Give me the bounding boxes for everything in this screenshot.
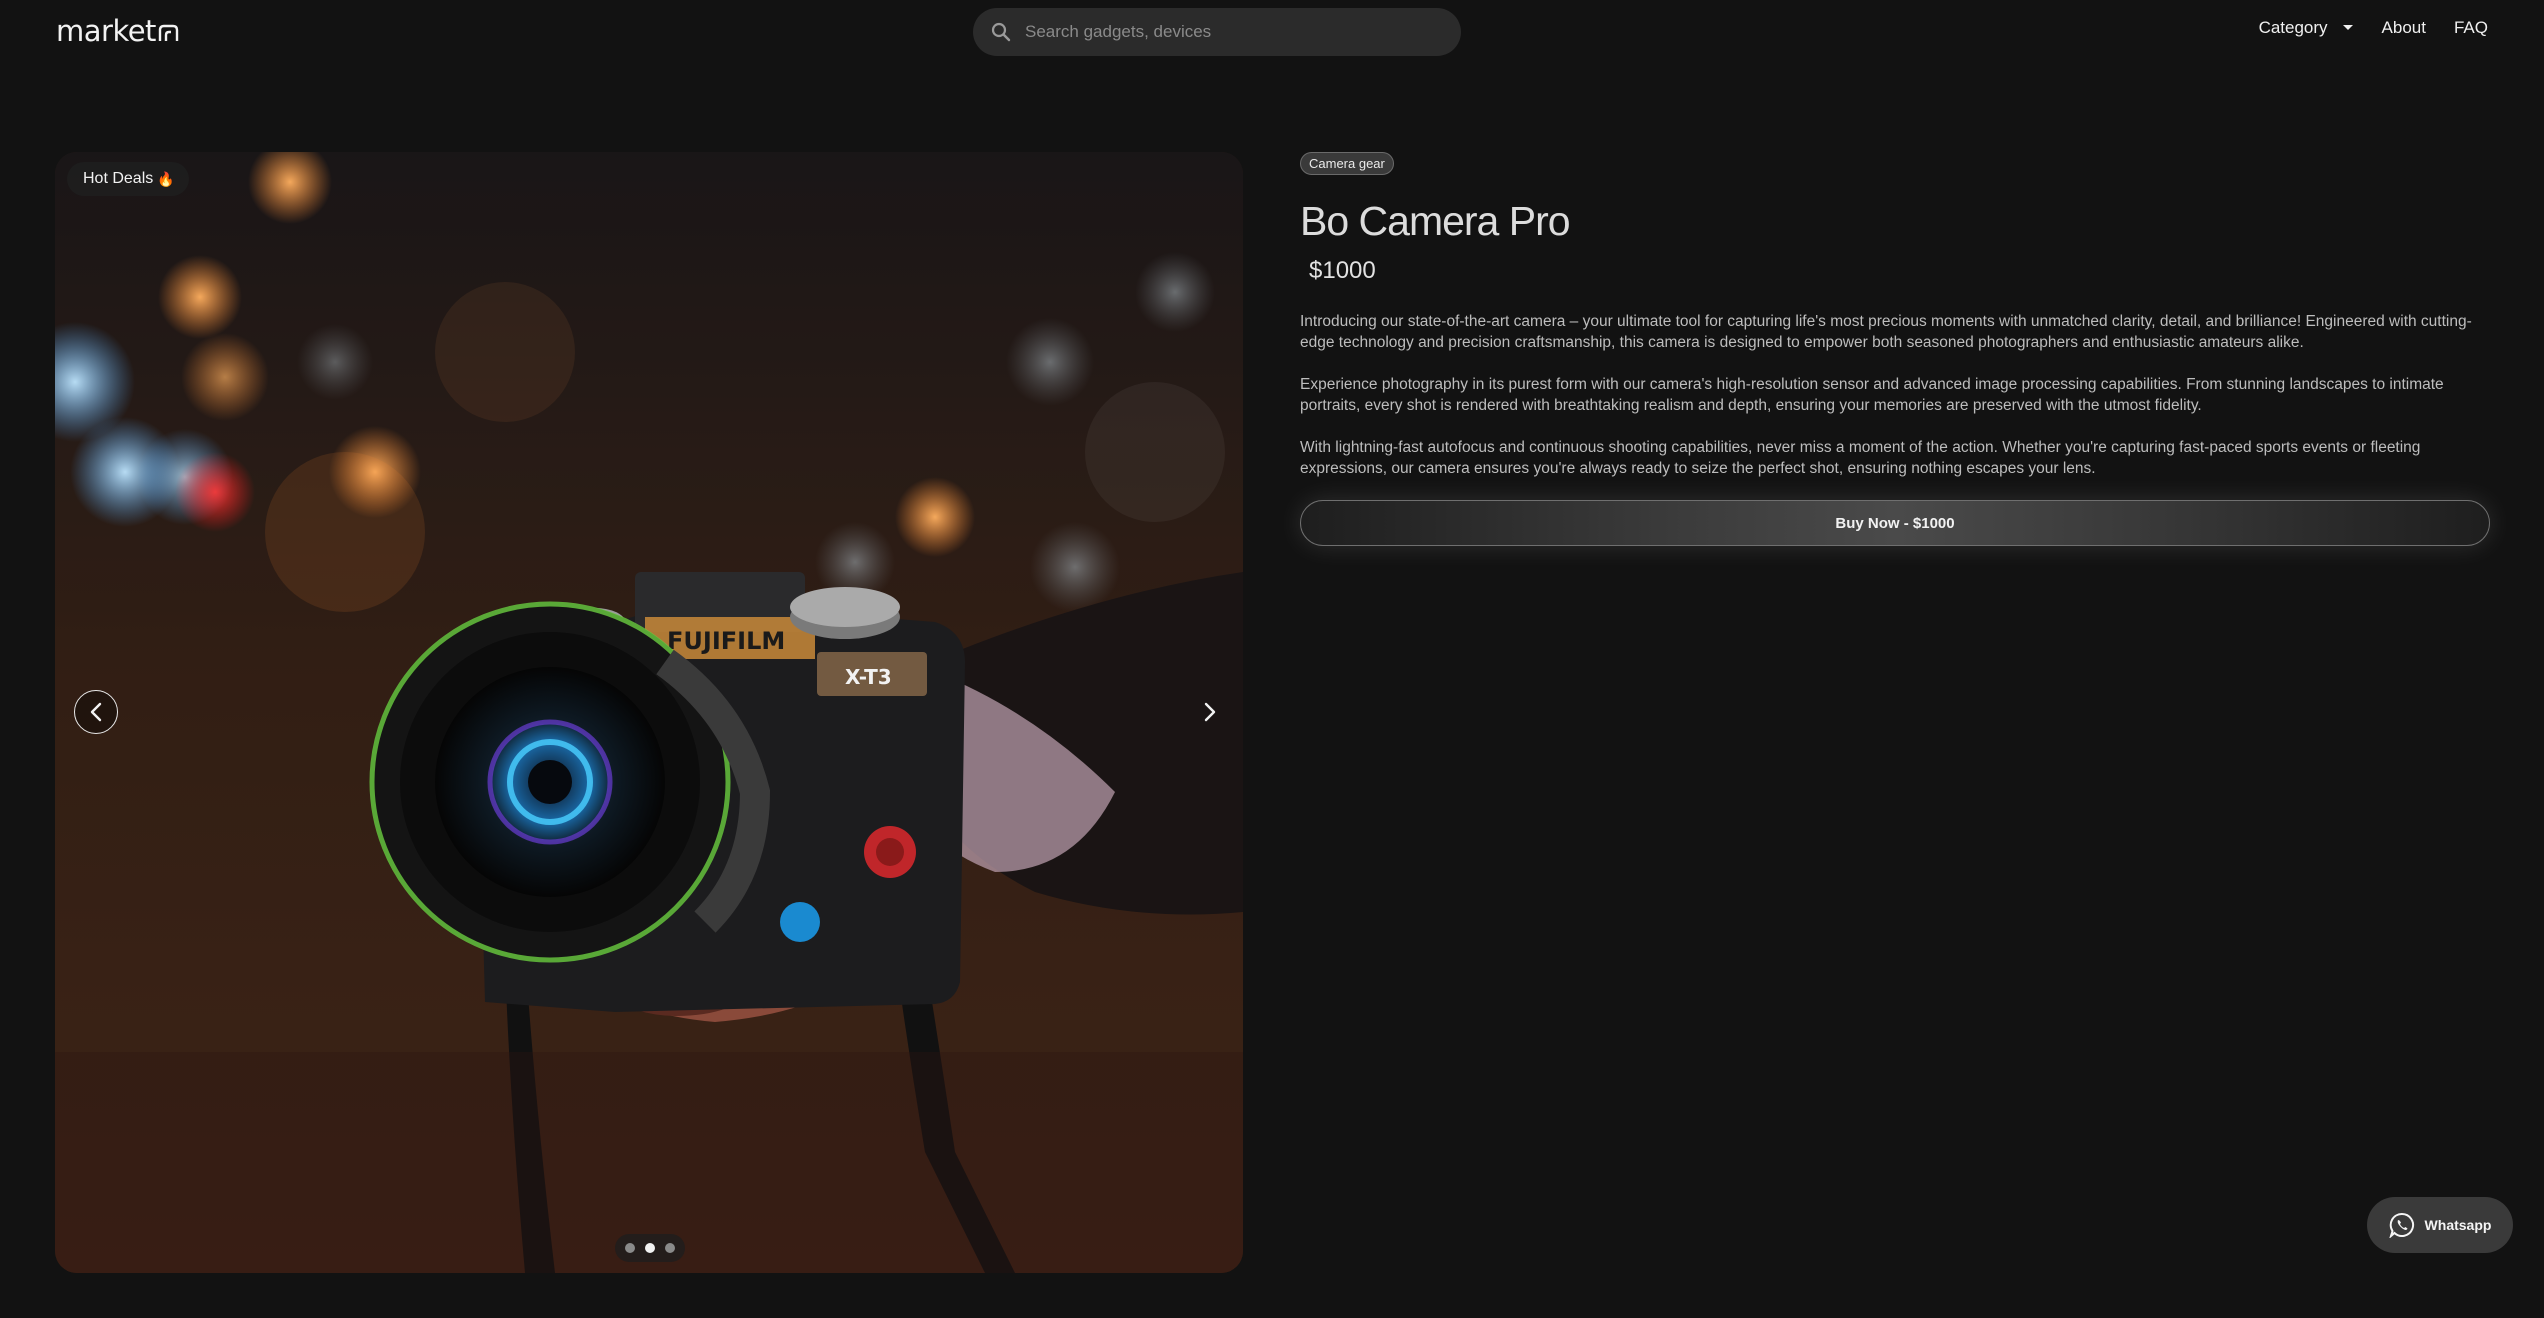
logo-text: market (56, 14, 156, 48)
logo-mark-icon (158, 24, 179, 41)
caret-down-icon (2342, 25, 2353, 30)
nav-faq-link[interactable]: FAQ (2454, 18, 2488, 38)
category-label: Category (2258, 18, 2328, 37)
search-input[interactable] (1025, 22, 1425, 42)
top-navigation-bar: market Category About FAQ (0, 0, 2544, 62)
category-dropdown[interactable]: Category (2259, 18, 2354, 38)
search-icon (991, 22, 1011, 42)
product-image-carousel: FUJIFILM X-T3 Hot Deals 🔥 (55, 152, 1243, 1273)
camera-model-text: X-T3 (845, 665, 892, 689)
carousel-dot-3[interactable] (665, 1243, 675, 1253)
description-paragraph-2: Experience photography in its purest for… (1300, 376, 2444, 414)
whatsapp-label: Whatsapp (2424, 1217, 2492, 1233)
product-details: Camera gear Bo Camera Pro $1000 Introduc… (1300, 152, 2490, 546)
main-nav: Category About FAQ (2259, 18, 2488, 38)
buy-now-button[interactable]: Buy Now - $1000 (1300, 500, 2490, 546)
carousel-dot-1[interactable] (625, 1243, 635, 1253)
nav-about-link[interactable]: About (2382, 18, 2426, 38)
description-paragraph-1: Introducing our state-of-the-art camera … (1300, 313, 2472, 351)
next-image-button[interactable] (1188, 690, 1232, 734)
hot-deals-badge: Hot Deals 🔥 (67, 162, 189, 196)
logo[interactable]: market (56, 14, 179, 48)
product-description: Introducing our state-of-the-art camera … (1300, 311, 2490, 479)
category-tag: Camera gear (1300, 152, 1394, 175)
product-title: Bo Camera Pro (1300, 198, 1571, 244)
carousel-pagination (615, 1234, 685, 1262)
previous-image-button[interactable] (74, 690, 118, 734)
chevron-right-icon (1204, 702, 1216, 722)
search-bar[interactable] (973, 8, 1461, 56)
whatsapp-button[interactable]: Whatsapp (2367, 1197, 2513, 1253)
chevron-left-icon (90, 702, 102, 722)
product-photo: FUJIFILM X-T3 (55, 152, 1243, 1273)
carousel-dot-2[interactable] (645, 1243, 655, 1253)
hot-deals-text: Hot Deals (83, 170, 154, 187)
whatsapp-icon (2388, 1212, 2414, 1238)
fire-icon: 🔥 (157, 170, 175, 187)
description-paragraph-3: With lightning-fast autofocus and contin… (1300, 439, 2421, 477)
product-price: $1000 (1309, 257, 1376, 284)
camera-brand-text: FUJIFILM (667, 627, 785, 655)
